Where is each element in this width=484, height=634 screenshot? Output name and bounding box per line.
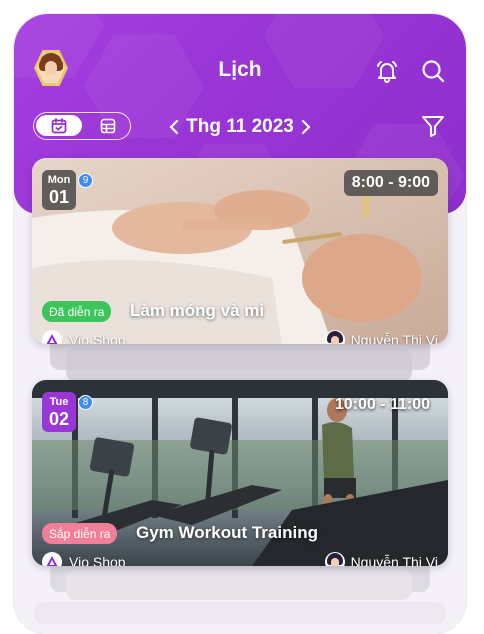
event-shop[interactable]: Vio Shop [42, 330, 126, 344]
event-card[interactable]: Mon 01 9 8:00 - 9:00 Đã diễn ra Làm móng… [32, 158, 448, 344]
search-icon[interactable] [418, 56, 448, 86]
chevron-right-icon [301, 119, 311, 135]
person-avatar [324, 552, 345, 566]
stacked-card-shadow [66, 348, 412, 382]
event-person[interactable]: Nguyễn Thị Vi [324, 330, 438, 344]
view-toggle [33, 112, 131, 140]
shop-logo-icon [42, 552, 62, 566]
shop-name: Vio Shop [69, 332, 126, 344]
app-screen: Lịch Thg 11 2023 Mon 01 9 8:00 - 9:00 Đã… [14, 14, 466, 634]
calendar-view-icon [51, 117, 67, 133]
event-day-of-week: Tue [49, 395, 69, 408]
stacked-card-shadow [66, 570, 412, 600]
event-day: 02 [48, 408, 70, 429]
next-month-button[interactable] [296, 115, 316, 139]
event-date: Mon 01 9 [42, 170, 93, 210]
grid-view-icon [100, 118, 116, 133]
event-day: 01 [48, 186, 70, 207]
event-title: Làm móng và mi [130, 301, 265, 320]
event-time: 10:00 - 11:00 [334, 396, 430, 413]
event-date: Tue 02 8 [42, 392, 93, 432]
event-count-badge: 9 [78, 173, 93, 188]
event-card[interactable]: Tue 02 8 10:00 - 11:00 Sắp diễn ra Gym W… [32, 380, 448, 566]
event-time: 8:00 - 9:00 [343, 170, 438, 196]
bell-icon[interactable] [372, 56, 402, 86]
current-month[interactable]: Thg 11 2023 [186, 116, 294, 138]
event-count-badge: 8 [78, 395, 93, 410]
filter-icon[interactable] [418, 111, 448, 141]
grid-view-button[interactable] [88, 115, 128, 136]
month-navigator: Thg 11 2023 [164, 114, 316, 140]
shop-name: Vio Shop [69, 554, 126, 566]
event-title: Gym Workout Training [136, 523, 318, 542]
event-person[interactable]: Nguyễn Thị Vi [324, 552, 438, 566]
event-shop[interactable]: Vio Shop [42, 552, 126, 566]
person-name: Nguyễn Thị Vi [350, 554, 438, 566]
status-badge: Đã diễn ra [42, 301, 112, 322]
chevron-left-icon [169, 119, 179, 135]
shop-logo-icon [42, 330, 62, 344]
person-name: Nguyễn Thị Vi [350, 332, 438, 344]
next-card-preview [34, 602, 446, 624]
previous-month-button[interactable] [164, 115, 184, 139]
event-day-of-week: Mon [47, 173, 71, 186]
calendar-view-button[interactable] [36, 115, 82, 136]
status-badge: Sắp diễn ra [42, 523, 118, 544]
person-avatar [324, 330, 345, 344]
